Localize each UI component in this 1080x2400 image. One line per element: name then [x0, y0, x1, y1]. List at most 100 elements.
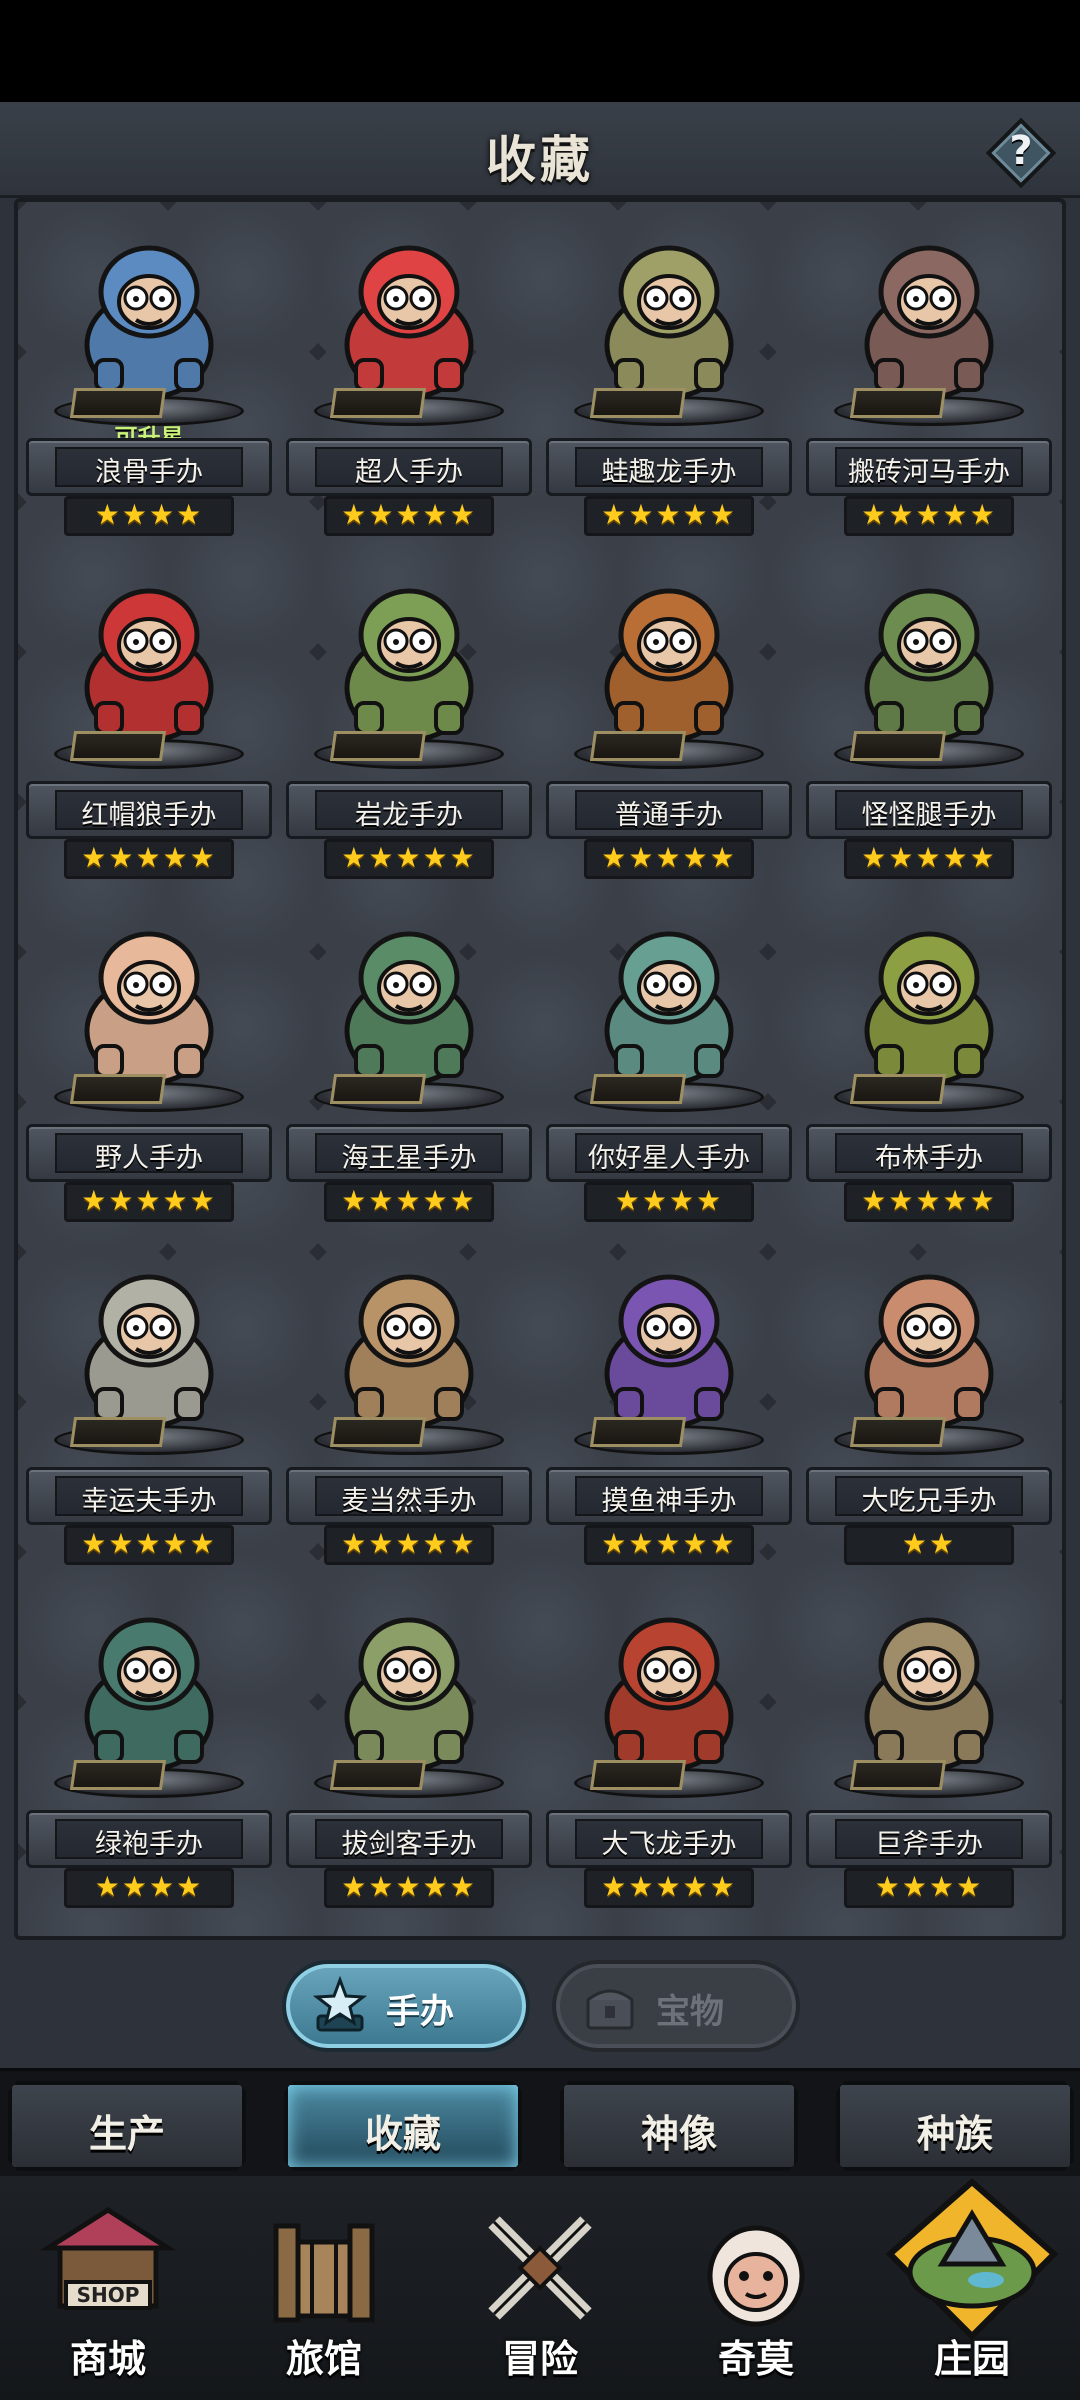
figure-card[interactable]: 巨斧手办 ★★★★ [804, 1582, 1054, 1912]
figure-pedestal [54, 1417, 244, 1457]
figure-name: 绿袍手办 [95, 1829, 203, 1860]
nav-item-label: 庄园 [933, 2337, 1010, 2381]
figure-pedestal [834, 1760, 1024, 1800]
figure-card[interactable]: 拔剑客手办 ★★★★★ [284, 1582, 534, 1912]
giant-axe-figure-icon [824, 1582, 1034, 1782]
glutton-figure-icon [824, 1239, 1034, 1439]
figure-nameplate: 绿袍手办 [26, 1810, 272, 1868]
figure-star-rating: ★★★★★ [324, 1868, 494, 1908]
figure-name: 摸鱼神手办 [601, 1486, 737, 1517]
figure-card[interactable]: 怪怪腿手办 ★★★★★ [804, 553, 1054, 883]
figure-star-rating: ★★★★★ [64, 1525, 234, 1565]
red-hood-wolf-figure-icon [44, 553, 254, 753]
figure-nameplate: 海王星手办 [286, 1124, 532, 1182]
section-tab-label: 种族 [916, 2112, 993, 2156]
tab-figures-label: 手办 [386, 1992, 454, 2032]
figure-pedestal [54, 731, 244, 771]
toad-dragon-figure-icon [564, 210, 774, 410]
figure-star-rating: ★★★★★ [324, 1182, 494, 1222]
green-robe-figure-icon [44, 1582, 254, 1782]
figure-star-rating: ★★★★★ [844, 1182, 1014, 1222]
figure-name: 岩龙手办 [355, 800, 463, 831]
figure-nameplate: 怪怪腿手办 [806, 781, 1052, 839]
figure-nameplate: 麦当然手办 [286, 1467, 532, 1525]
figure-card[interactable]: 海王星手办 ★★★★★ [284, 896, 534, 1226]
figure-pedestal [314, 1417, 504, 1457]
figure-pedestal [834, 1074, 1024, 1114]
figure-nameplate: 超人手办 [286, 438, 532, 496]
figure-collection-panel[interactable]: 可升星浪骨手办★★★★超人手办★★★★★蛙趣龙手办★★★★★搬砖河马手办★★★★… [14, 198, 1066, 1940]
figure-card[interactable]: 普通手办 ★★★★★ [544, 553, 794, 883]
figure-star-rating: ★★★★★ [584, 839, 754, 879]
figure-card[interactable]: 可升星浪骨手办★★★★ [24, 210, 274, 540]
figure-name: 巨斧手办 [875, 1829, 983, 1860]
tab-treasures[interactable]: 宝物 [552, 1960, 800, 2052]
figure-pedestal [314, 1074, 504, 1114]
star-pedestal-icon [312, 1976, 368, 2032]
figure-pedestal [574, 1417, 764, 1457]
shop-icon: SHOP [38, 2198, 178, 2338]
figure-card[interactable]: 幸运夫手办 ★★★★★ [24, 1239, 274, 1569]
figure-nameplate: 大吃兄手办 [806, 1467, 1052, 1525]
pumpkin-figure-icon [564, 553, 774, 753]
figure-name: 超人手办 [355, 457, 463, 488]
nav-item[interactable]: 庄园 [864, 2176, 1080, 2400]
figure-pedestal [54, 1074, 244, 1114]
tab-figures[interactable]: 手办 [282, 1960, 530, 2052]
figure-star-rating: ★★★★★ [324, 1525, 494, 1565]
figure-star-rating: ★★ [844, 1525, 1014, 1565]
figure-nameplate: 野人手办 [26, 1124, 272, 1182]
section-tab-label: 神像 [640, 2112, 717, 2156]
figure-card[interactable]: 红帽狼手办 ★★★★★ [24, 553, 274, 883]
figure-name: 布林手办 [875, 1143, 983, 1174]
figure-card[interactable]: 麦当然手办 ★★★★★ [284, 1239, 534, 1569]
nav-item[interactable]: 奇莫 [648, 2176, 864, 2400]
reaper-figure-icon [564, 1239, 774, 1439]
nav-item-label: 商城 [69, 2337, 146, 2381]
figure-card[interactable]: 搬砖河马手办 ★★★★★ [804, 210, 1054, 540]
figure-card[interactable]: 大吃兄手办 ★★ [804, 1239, 1054, 1569]
figure-star-rating: ★★★★★ [844, 496, 1014, 536]
rock-dragon-figure-icon [304, 553, 514, 753]
figure-card[interactable]: 布林手办 ★★★★★ [804, 896, 1054, 1226]
section-tab[interactable]: 种族 [836, 2081, 1074, 2171]
alien-figure-icon [564, 896, 774, 1096]
section-tab[interactable]: 生产 [8, 2081, 246, 2171]
figure-star-rating: ★★★★ [844, 1868, 1014, 1908]
figure-pedestal [574, 1074, 764, 1114]
figure-pedestal [834, 388, 1024, 428]
figure-nameplate: 幸运夫手办 [26, 1467, 272, 1525]
figure-nameplate: 大飞龙手办 [546, 1810, 792, 1868]
figure-star-rating: ★★★★★ [324, 839, 494, 879]
figure-card[interactable]: 摸鱼神手办 ★★★★★ [544, 1239, 794, 1569]
nav-item[interactable]: 旅馆 [216, 2176, 432, 2400]
figure-card[interactable]: 大飞龙手办 ★★★★★ [544, 1582, 794, 1912]
figure-nameplate: 你好星人手办 [546, 1124, 792, 1182]
figure-card[interactable]: 超人手办 ★★★★★ [284, 210, 534, 540]
help-button[interactable]: ? [985, 117, 1057, 189]
nav-item[interactable]: 冒险 [432, 2176, 648, 2400]
swordsman-figure-icon [304, 1582, 514, 1782]
goblin-figure-icon [824, 896, 1034, 1096]
nav-item[interactable]: SHOP 商城 [0, 2176, 216, 2400]
figure-card[interactable]: 野人手办 ★★★★★ [24, 896, 274, 1226]
nav-item-label: 旅馆 [285, 2337, 362, 2381]
figure-card[interactable]: 绿袍手办 ★★★★ [24, 1582, 274, 1912]
figure-nameplate: 普通手办 [546, 781, 792, 839]
section-tab[interactable]: 收藏 [284, 2081, 522, 2171]
figure-card[interactable]: 岩龙手办 ★★★★★ [284, 553, 534, 883]
weird-legs-figure-icon [824, 553, 1034, 753]
figure-star-rating: ★★★★★ [584, 496, 754, 536]
nav-item-label: 奇莫 [717, 2337, 794, 2381]
neptune-figure-icon [304, 896, 514, 1096]
skeleton-figure-icon [44, 210, 254, 410]
figure-nameplate: 摸鱼神手办 [546, 1467, 792, 1525]
header: 收藏 ? [0, 102, 1080, 198]
crossed-swords-icon [470, 2198, 610, 2338]
figure-name: 野人手办 [95, 1143, 203, 1174]
section-tab[interactable]: 神像 [560, 2081, 798, 2171]
figure-card[interactable]: 蛙趣龙手办 ★★★★★ [544, 210, 794, 540]
wildman-figure-icon [44, 896, 254, 1096]
figure-pedestal [574, 388, 764, 428]
figure-card[interactable]: 你好星人手办 ★★★★ [544, 896, 794, 1226]
